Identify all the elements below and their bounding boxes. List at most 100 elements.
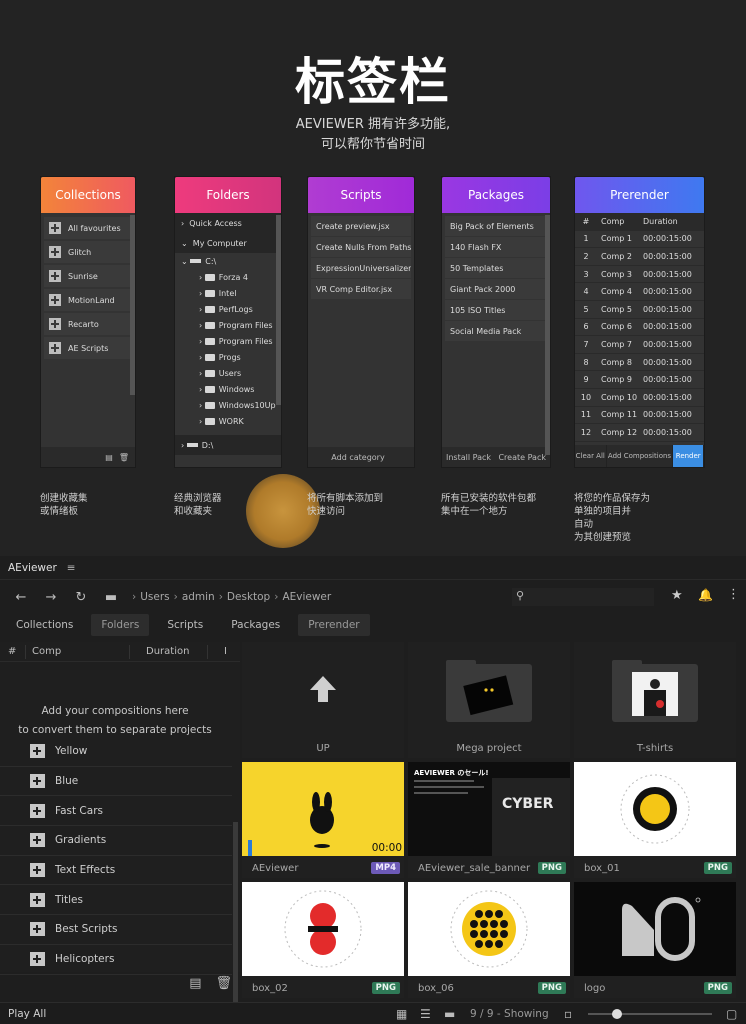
script-item[interactable]: ExpressionUniversalizer.jsx — [311, 258, 411, 278]
collection-item[interactable]: Fast Cars — [0, 796, 232, 827]
tab-folders[interactable]: Folders — [91, 614, 150, 636]
breadcrumb-item[interactable]: AEviewer — [282, 591, 331, 603]
clear-all-button[interactable]: Clear All — [575, 445, 607, 467]
zoom-in-icon[interactable]: ▢ — [726, 1007, 737, 1021]
create-pack-button[interactable]: Create Pack — [498, 453, 546, 462]
collection-item[interactable]: AE Scripts — [44, 337, 130, 359]
breadcrumb-item[interactable]: Users — [140, 591, 169, 603]
tab-prerender[interactable]: Prerender — [298, 614, 370, 636]
tree-folder[interactable]: › Progs — [175, 349, 281, 365]
prerender-row[interactable]: 4 Comp 4 00:00:15:00 — [575, 283, 704, 301]
prerender-row[interactable]: 1 Comp 1 00:00:15:00 — [575, 231, 704, 249]
tile-up[interactable]: UP — [242, 642, 404, 758]
tree-folder[interactable]: › WORK — [175, 413, 281, 429]
menu-icon[interactable]: ≡ — [67, 562, 76, 574]
tab-packages[interactable]: Packages — [221, 614, 290, 636]
tree-quick-access[interactable]: › Quick Access — [175, 213, 281, 233]
package-item[interactable]: Big Pack of Elements — [445, 216, 547, 236]
tree-folder[interactable]: › PerfLogs — [175, 301, 281, 317]
search-input[interactable]: ⚲ — [512, 588, 654, 606]
package-item[interactable]: Social Media Pack — [445, 321, 547, 341]
tree-folder[interactable]: › Users — [175, 365, 281, 381]
collection-item[interactable]: Text Effects — [0, 856, 232, 886]
back-arrow-icon[interactable]: ← — [6, 590, 36, 605]
tab-scripts[interactable]: Scripts — [157, 614, 213, 636]
zoom-slider[interactable] — [588, 1009, 712, 1019]
tree-folder[interactable]: › Intel — [175, 285, 281, 301]
collection-item[interactable]: Titles — [0, 885, 232, 916]
script-item[interactable]: Create Nulls From Paths.jsx — [311, 237, 411, 257]
col-duration[interactable]: Duration — [130, 644, 208, 659]
add-collection-icon[interactable]: ▤ — [189, 976, 201, 996]
collection-item[interactable]: Glitch — [44, 241, 130, 263]
star-icon[interactable]: ★ — [671, 588, 683, 603]
prerender-row[interactable]: 9 Comp 9 00:00:15:00 — [575, 371, 704, 389]
collection-item[interactable]: MotionLand — [44, 289, 130, 311]
col-index[interactable]: # — [0, 644, 26, 659]
package-item[interactable]: Giant Pack 2000 — [445, 279, 547, 299]
add-category-button[interactable]: Add category — [331, 453, 384, 462]
scrollbar[interactable] — [276, 215, 281, 405]
col-extra[interactable]: I — [208, 645, 228, 659]
collection-item[interactable]: All favourites — [44, 217, 130, 239]
tile-folder[interactable]: Mega project — [408, 642, 570, 758]
play-all-button[interactable]: Play All — [8, 1008, 46, 1020]
install-pack-button[interactable]: Install Pack — [446, 453, 491, 462]
tree-folder[interactable]: › Windows — [175, 381, 281, 397]
zoom-out-icon[interactable]: ▫ — [564, 1007, 572, 1021]
breadcrumb-item[interactable]: Desktop — [227, 591, 270, 603]
tile-image[interactable]: box_02 PNG — [242, 882, 404, 998]
collection-item[interactable]: Sunrise — [44, 265, 130, 287]
collection-item[interactable]: Yellow — [0, 737, 232, 767]
add-compositions-button[interactable]: Add Compositions — [606, 445, 674, 467]
trash-icon[interactable]: 🗑 — [215, 976, 232, 996]
tab-collections[interactable]: Collections — [6, 614, 83, 636]
list-view-icon[interactable]: ☰ — [420, 1007, 431, 1021]
tree-folder[interactable]: › Forza 4 — [175, 269, 281, 285]
tile-video[interactable]: 00:00 AEviewer MP4 — [242, 762, 404, 878]
tree-drive-d[interactable]: › D:\ — [175, 435, 281, 455]
prerender-row[interactable]: 3 Comp 3 00:00:15:00 — [575, 266, 704, 284]
tile-image[interactable]: box_01 PNG — [574, 762, 736, 878]
prerender-row[interactable]: 12 Comp 12 00:00:15:00 — [575, 424, 704, 442]
large-view-icon[interactable]: ▬ — [444, 1007, 455, 1021]
prerender-row[interactable]: 2 Comp 2 00:00:15:00 — [575, 248, 704, 266]
col-comp[interactable]: Comp — [26, 644, 130, 659]
prerender-row[interactable]: 5 Comp 5 00:00:15:00 — [575, 301, 704, 319]
scrollbar[interactable] — [130, 215, 135, 395]
collection-item[interactable]: Best Scripts — [0, 915, 232, 945]
tree-my-computer[interactable]: ⌄ My Computer — [175, 233, 281, 253]
zoom-slider-handle[interactable] — [612, 1009, 622, 1019]
more-menu-icon[interactable]: ⋮ — [727, 587, 740, 602]
tree-folder[interactable]: › Program Files — [175, 333, 281, 349]
prerender-row[interactable]: 7 Comp 7 00:00:15:00 — [575, 336, 704, 354]
prerender-row[interactable]: 6 Comp 6 00:00:15:00 — [575, 319, 704, 337]
tile-image[interactable]: AEVIEWER のセール! CYBER AEviewer_sale_banne… — [408, 762, 570, 878]
prerender-row[interactable]: 8 Comp 8 00:00:15:00 — [575, 354, 704, 372]
collection-item[interactable]: Helicopters — [0, 945, 232, 975]
refresh-icon[interactable]: ↻ — [66, 590, 96, 605]
grid-view-icon[interactable]: ▦ — [396, 1007, 407, 1021]
package-item[interactable]: 105 ISO Titles — [445, 300, 547, 320]
folder-icon[interactable]: ▬ — [96, 590, 126, 605]
add-collection-icon[interactable]: ▤ — [105, 453, 113, 462]
package-item[interactable]: 50 Templates — [445, 258, 547, 278]
tile-folder[interactable]: T-shirts — [574, 642, 736, 758]
collection-item[interactable]: Gradients — [0, 826, 232, 856]
render-button[interactable]: Render — [673, 445, 704, 467]
breadcrumb-item[interactable]: admin — [182, 591, 215, 603]
trash-icon[interactable]: 🗑 — [119, 453, 129, 462]
tree-drive-c[interactable]: ⌄ C:\ — [175, 253, 281, 269]
prerender-row[interactable]: 11 Comp 11 00:00:15:00 — [575, 407, 704, 425]
script-item[interactable]: VR Comp Editor.jsx — [311, 279, 411, 299]
scrollbar[interactable] — [545, 215, 550, 455]
tile-image[interactable]: box_06 PNG — [408, 882, 570, 998]
collection-item[interactable]: Recarto — [44, 313, 130, 335]
tile-image[interactable]: logo PNG — [574, 882, 736, 998]
prerender-row[interactable]: 10 Comp 10 00:00:15:00 — [575, 389, 704, 407]
forward-arrow-icon[interactable]: → — [36, 590, 66, 605]
collection-item[interactable]: Blue — [0, 767, 232, 797]
tree-folder[interactable]: › Windows10Up — [175, 397, 281, 413]
script-item[interactable]: Create preview.jsx — [311, 216, 411, 236]
tree-folder[interactable]: › Program Files — [175, 317, 281, 333]
